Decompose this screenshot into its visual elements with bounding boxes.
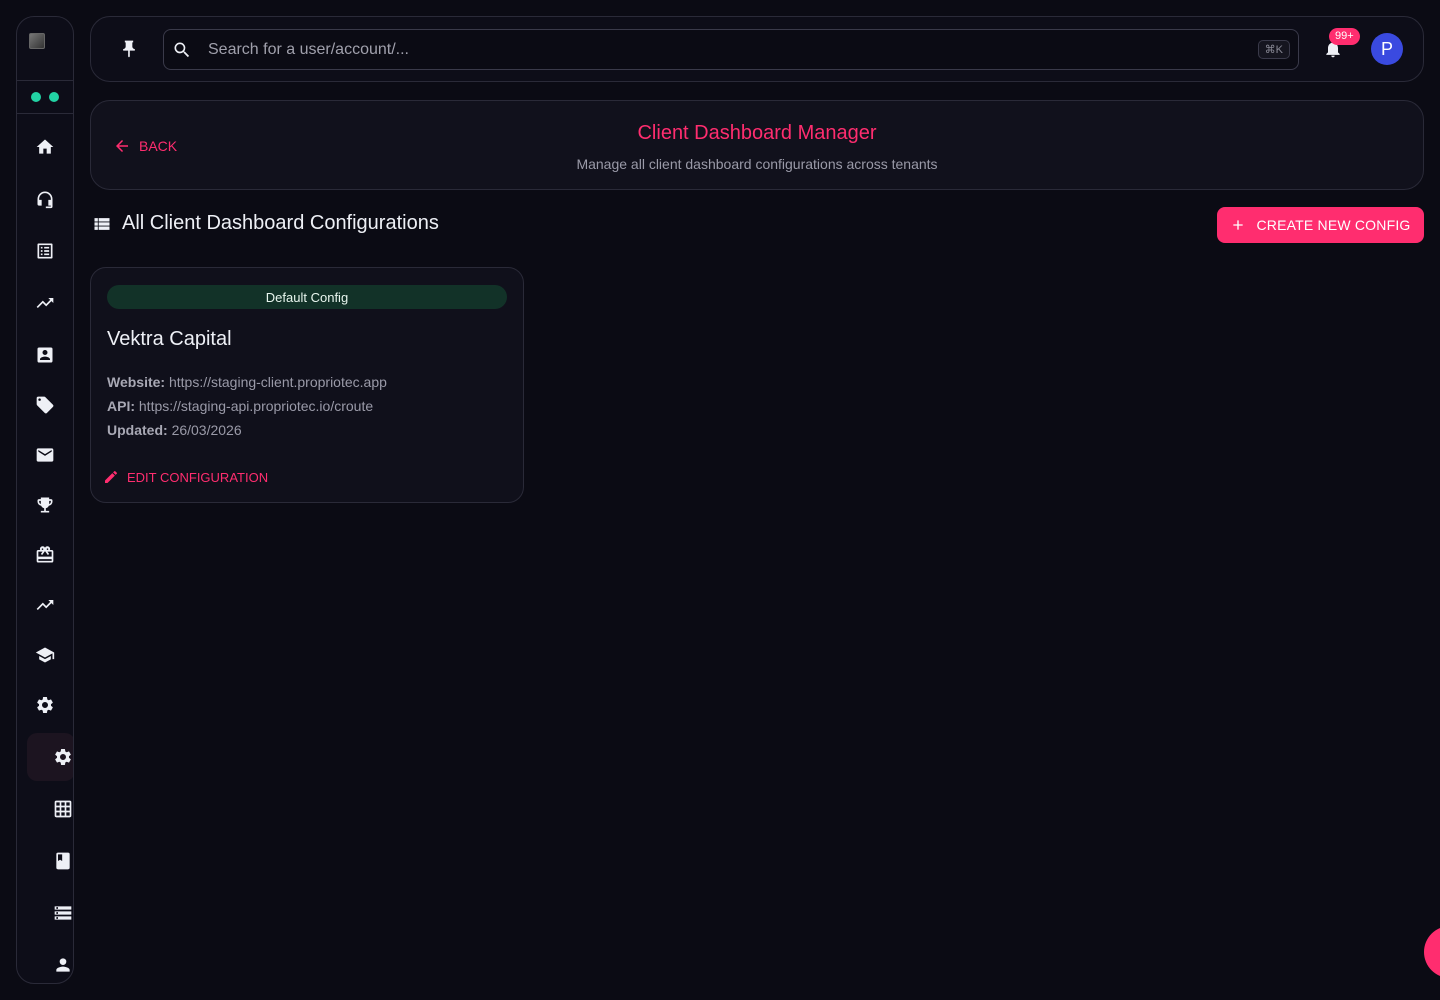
- status-dots: [31, 92, 59, 102]
- nav-contacts[interactable]: [31, 341, 59, 369]
- storage-icon: [54, 906, 72, 920]
- updated-label: Updated:: [107, 422, 168, 438]
- nav-storage[interactable]: [49, 899, 73, 927]
- search-icon: [174, 42, 190, 58]
- config-updated: Updated: 26/03/2026: [107, 422, 242, 438]
- home-icon: [36, 139, 54, 154]
- nav-settings[interactable]: [31, 691, 59, 719]
- divider: [17, 80, 73, 81]
- pin-icon: [123, 40, 135, 58]
- pin-button[interactable]: [117, 37, 141, 61]
- edit-pencil-icon: [105, 470, 118, 483]
- divider: [17, 113, 73, 114]
- contact-card-icon: [37, 347, 53, 363]
- nav-tags[interactable]: [31, 391, 59, 419]
- default-config-chip: Default Config: [107, 285, 507, 309]
- nav-analytics[interactable]: [31, 591, 59, 619]
- create-config-button[interactable]: CREATE NEW CONFIG: [1217, 207, 1424, 243]
- trending-up-icon: [36, 600, 54, 610]
- page-subtitle: Manage all client dashboard configuratio…: [576, 156, 938, 172]
- nav-trophy[interactable]: [31, 491, 59, 519]
- notification-count-badge: 99+: [1329, 28, 1360, 45]
- floating-action-button[interactable]: [1424, 926, 1440, 978]
- website-value: https://staging-client.propriotec.app: [168, 374, 387, 390]
- nav-support[interactable]: [31, 185, 59, 213]
- page-header: BACK Client Dashboard Manager Manage all…: [90, 100, 1424, 190]
- nav-profile[interactable]: [49, 951, 73, 979]
- person-icon: [56, 958, 70, 972]
- nav-admin-settings[interactable]: [49, 743, 73, 771]
- section-title: All Client Dashboard Configurations: [122, 212, 439, 234]
- list-alt-icon: [37, 243, 53, 259]
- create-config-label: CREATE NEW CONFIG: [1256, 217, 1411, 233]
- nav-book[interactable]: [49, 847, 73, 875]
- nav-education[interactable]: [31, 641, 59, 669]
- grid-icon: [54, 800, 72, 818]
- nav-list[interactable]: [31, 237, 59, 265]
- list-icon: [94, 217, 110, 230]
- logo[interactable]: [29, 33, 45, 49]
- trophy-icon: [37, 497, 53, 513]
- website-label: Website:: [107, 374, 166, 390]
- sidebar: [16, 16, 74, 984]
- section-heading: All Client Dashboard Configurations: [92, 212, 439, 235]
- card-giftcard-icon: [36, 546, 54, 563]
- avatar[interactable]: P: [1371, 33, 1403, 65]
- config-card: Default Config Vektra Capital Website: h…: [90, 267, 524, 503]
- mail-icon: [36, 448, 54, 462]
- status-dot: [49, 92, 59, 102]
- edit-configuration-label: EDIT CONFIGURATION: [127, 469, 269, 485]
- nav-grid[interactable]: [49, 795, 73, 823]
- api-value: https://staging-api.propriotec.io/croute: [138, 398, 374, 414]
- search-box: ⌘K: [163, 29, 1299, 70]
- keyboard-shortcut-hint: ⌘K: [1257, 40, 1290, 59]
- settings-icon: [37, 697, 53, 713]
- edit-configuration-button[interactable]: EDIT CONFIGURATION: [103, 469, 268, 485]
- status-dot: [31, 92, 41, 102]
- config-api: API: https://staging-api.propriotec.io/c…: [107, 398, 373, 414]
- headset-icon: [37, 191, 53, 209]
- updated-value: 26/03/2026: [171, 422, 242, 438]
- nav-trending[interactable]: [31, 289, 59, 317]
- nav-home[interactable]: [31, 133, 59, 161]
- page-title: Client Dashboard Manager: [637, 122, 877, 144]
- nav-mail[interactable]: [31, 441, 59, 469]
- config-website: Website: https://staging-client.propriot…: [107, 374, 387, 390]
- config-name: Vektra Capital: [107, 328, 232, 350]
- book-icon: [56, 852, 70, 870]
- api-label: API:: [107, 398, 135, 414]
- trending-up-icon: [36, 298, 54, 308]
- search-input[interactable]: [208, 30, 1238, 69]
- nav-rewards[interactable]: [31, 541, 59, 569]
- settings-icon: [55, 749, 71, 765]
- tag-icon: [36, 396, 54, 414]
- top-bar: ⌘K 99+ P: [90, 16, 1424, 82]
- school-icon: [35, 647, 55, 663]
- add-icon: [1233, 220, 1244, 230]
